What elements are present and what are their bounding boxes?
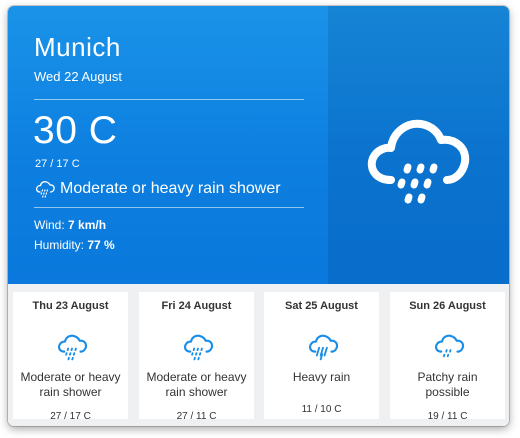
forecast-strip: Thu 23 August Moderate or heavy rain sho…	[8, 284, 509, 426]
patchy-rain-cloud-icon	[434, 334, 465, 358]
divider	[34, 99, 304, 100]
forecast-condition-line: Moderate or heavy	[146, 370, 247, 384]
heavy-rain-cloud-icon	[308, 334, 339, 361]
forecast-condition: Moderate or heavy rain shower	[139, 370, 254, 400]
forecast-condition: Patchy rain possible	[390, 370, 505, 400]
forecast-condition: Heavy rain	[264, 370, 379, 385]
forecast-day-name: Sun 26 August	[409, 300, 486, 312]
rain-shower-cloud-icon	[367, 119, 470, 204]
forecast-day-card: Thu 23 August Moderate or heavy rain sho…	[13, 292, 128, 422]
current-weather-info: Munich Wed 22 August 30 C 27 / 17 C Mode…	[8, 6, 328, 284]
current-details: Wind: 7 km/h Humidity: 77 %	[34, 215, 115, 255]
forecast-day-card: Fri 24 August Moderate or heavy rain sho…	[139, 292, 254, 422]
current-min-max: 27 / 17 C	[35, 158, 80, 170]
current-date: Wed 22 August	[34, 69, 122, 84]
wind-label: Wind:	[34, 218, 65, 232]
forecast-day-card: Sat 25 August Heavy rain 11 / 10 C	[264, 292, 379, 419]
forecast-temperature: 27 / 11 C	[176, 411, 217, 422]
humidity-row: Humidity: 77 %	[34, 235, 115, 255]
rain-shower-cloud-icon	[183, 334, 214, 361]
current-icon-panel	[328, 6, 509, 284]
rain-shower-cloud-icon	[57, 334, 88, 361]
current-temperature: 30 C	[33, 109, 118, 152]
forecast-day-name: Thu 23 August	[32, 300, 109, 312]
forecast-day-name: Fri 24 August	[161, 300, 232, 312]
current-condition-text: Moderate or heavy rain shower	[60, 180, 281, 197]
forecast-condition-line: possible	[425, 385, 470, 399]
wind-value: 7 km/h	[68, 218, 107, 232]
forecast-condition-line: Patchy rain	[417, 370, 478, 384]
forecast-day-name: Sat 25 August	[285, 300, 358, 312]
weather-widget: Munich Wed 22 August 30 C 27 / 17 C Mode…	[8, 6, 509, 426]
humidity-label: Humidity:	[34, 238, 85, 252]
city-name: Munich	[34, 32, 121, 62]
forecast-temperature: 19 / 11 C	[427, 411, 468, 422]
forecast-temperature: 11 / 10 C	[301, 404, 342, 415]
forecast-condition-line: rain shower	[39, 385, 102, 399]
divider	[34, 207, 304, 208]
forecast-condition-line: Heavy rain	[292, 370, 351, 384]
forecast-temperature: 27 / 17 C	[50, 411, 91, 422]
wind-row: Wind: 7 km/h	[34, 215, 115, 235]
forecast-day-card: Sun 26 August Patchy rain possible 19 / …	[390, 292, 505, 422]
current-condition: Moderate or heavy rain shower	[34, 178, 281, 200]
forecast-condition-line: rain shower	[165, 385, 228, 399]
forecast-condition: Moderate or heavy rain shower	[13, 370, 128, 400]
current-weather-panel: Munich Wed 22 August 30 C 27 / 17 C Mode…	[8, 6, 509, 284]
rain-shower-cloud-icon	[35, 181, 55, 198]
forecast-condition-line: Moderate or heavy	[20, 370, 121, 384]
humidity-value: 77 %	[87, 238, 115, 252]
